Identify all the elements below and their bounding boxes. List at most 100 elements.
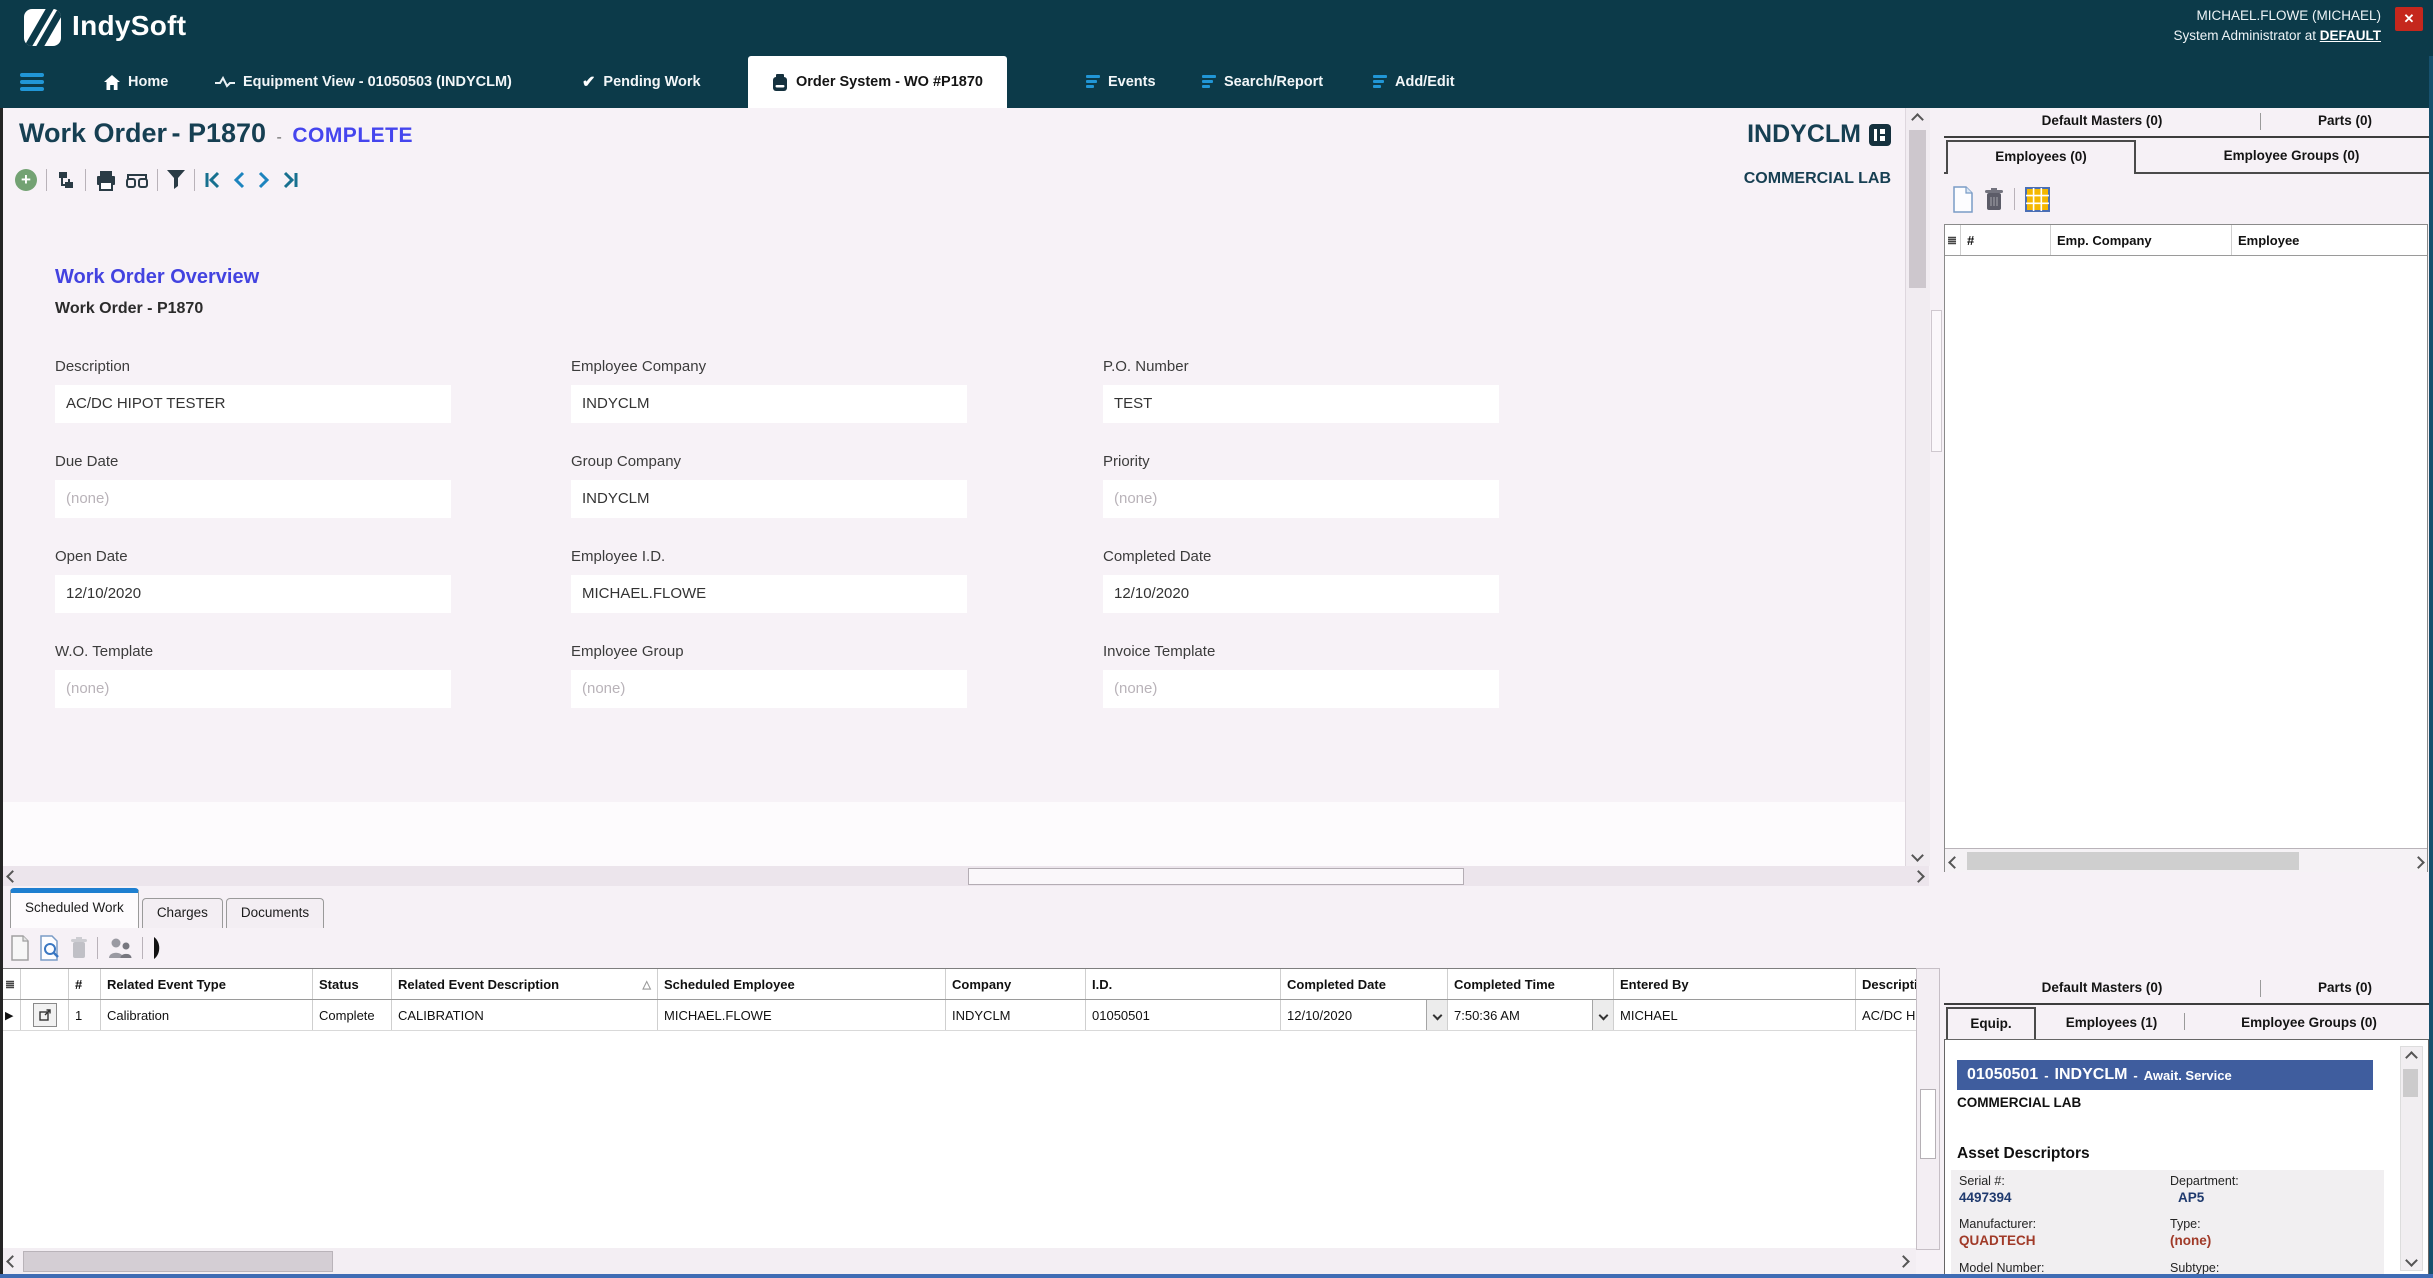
preview-glasses-button[interactable] xyxy=(126,171,148,189)
nav-search-report[interactable]: Search/Report xyxy=(1202,56,1323,108)
header-related-event-description[interactable]: Related Event Description △ xyxy=(392,969,658,999)
header-entered-by[interactable]: Entered By xyxy=(1614,969,1856,999)
header-completed-time[interactable]: Completed Time xyxy=(1448,969,1614,999)
tab-default-masters[interactable]: Default Masters (0) xyxy=(1944,975,2260,1001)
main-horizontal-scrollbar[interactable] xyxy=(3,866,1929,886)
employee-id-input[interactable]: MICHAEL.FLOWE xyxy=(571,575,967,613)
tab-parts[interactable]: Parts (0) xyxy=(2261,108,2429,134)
scroll-right-arrow[interactable] xyxy=(2409,853,2427,871)
scroll-up-arrow[interactable] xyxy=(2402,1048,2420,1066)
scheduled-table-vertical-scrollbar[interactable] xyxy=(1916,968,1940,1250)
main-vertical-scrollbar[interactable] xyxy=(1905,108,1930,866)
nav-events[interactable]: Events xyxy=(1086,56,1156,108)
row-menu-icon[interactable]: ≣ xyxy=(1947,234,1957,246)
tab-parts[interactable]: Parts (0) xyxy=(2261,975,2429,1001)
nav-order-system-active-tab[interactable]: Order System - WO #P1870 xyxy=(748,56,1007,108)
header-status[interactable]: Status xyxy=(313,969,392,999)
header-emp-company[interactable]: Emp. Company xyxy=(2051,225,2232,255)
new-item-icon[interactable] xyxy=(10,935,30,961)
group-company-input[interactable]: INDYCLM xyxy=(571,480,967,518)
open-record-button[interactable] xyxy=(33,1003,57,1027)
first-record-button[interactable] xyxy=(204,171,222,189)
header-completed-date[interactable]: Completed Date xyxy=(1281,969,1448,999)
header-id[interactable]: I.D. xyxy=(1086,969,1281,999)
field-completed-date: Completed Date 12/10/2020 xyxy=(1103,548,1523,643)
date-dropdown-button[interactable] xyxy=(1426,1000,1447,1030)
nav-add-edit[interactable]: Add/Edit xyxy=(1373,56,1455,108)
tab-equip[interactable]: Equip. xyxy=(1946,1007,2036,1041)
equipment-vertical-scrollbar[interactable] xyxy=(2400,1046,2423,1271)
header-scheduled-employee[interactable]: Scheduled Employee xyxy=(658,969,946,999)
po-number-input[interactable]: TEST xyxy=(1103,385,1499,423)
tab-employee-groups[interactable]: Employee Groups (0) xyxy=(2189,1007,2429,1041)
grid-view-icon[interactable] xyxy=(2025,187,2050,212)
new-record-icon[interactable] xyxy=(1952,186,1974,213)
header-employee[interactable]: Employee xyxy=(2232,225,2427,255)
expand-flag-icon[interactable] xyxy=(152,936,162,960)
previous-record-button[interactable] xyxy=(231,171,247,189)
open-date-input[interactable]: 12/10/2020 xyxy=(55,575,451,613)
workflow-button[interactable] xyxy=(56,170,76,190)
due-date-input[interactable]: (none) xyxy=(55,480,451,518)
time-dropdown-button[interactable] xyxy=(1592,1000,1613,1030)
next-record-button[interactable] xyxy=(256,171,272,189)
splitter-handle[interactable] xyxy=(1931,310,1942,452)
table-row[interactable]: ▶ 1 Calibration Complete CALIBRATION MIC… xyxy=(3,1000,1916,1031)
equipment-banner[interactable]: 01050501 - INDYCLM - Await. Service xyxy=(1957,1060,2373,1090)
scroll-down-arrow[interactable] xyxy=(2402,1251,2420,1269)
header-company[interactable]: Company xyxy=(946,969,1086,999)
nav-equipment-view[interactable]: Equipment View - 01050503 (INDYCLM) xyxy=(215,56,512,108)
equipment-scrollbar-thumb[interactable] xyxy=(2403,1069,2418,1097)
add-button[interactable]: + xyxy=(15,169,37,191)
main-horizontal-scrollbar-thumb[interactable] xyxy=(968,868,1464,885)
company-icon[interactable] xyxy=(1869,124,1891,146)
scroll-left-arrow[interactable] xyxy=(3,1252,21,1270)
work-order-company: INDYCLM xyxy=(1747,120,1891,149)
tab-employees[interactable]: Employees (0) xyxy=(1946,140,2136,174)
scroll-right-arrow[interactable] xyxy=(1894,1252,1912,1270)
tab-employee-groups[interactable]: Employee Groups (0) xyxy=(2154,140,2429,174)
header-num[interactable]: # xyxy=(69,969,101,999)
scroll-left-arrow[interactable] xyxy=(3,867,21,885)
completed-date-input[interactable]: 12/10/2020 xyxy=(1103,575,1499,613)
tab-documents[interactable]: Documents xyxy=(226,898,324,928)
employees-horizontal-scrollbar[interactable] xyxy=(1945,848,2427,872)
row-menu-icon[interactable]: ≣ xyxy=(5,978,15,990)
scroll-right-arrow[interactable] xyxy=(1909,867,1927,885)
filter-button[interactable] xyxy=(167,170,185,190)
default-site-link[interactable]: DEFAULT xyxy=(2320,28,2381,43)
scroll-up-arrow[interactable] xyxy=(1908,110,1926,128)
main-vertical-scrollbar-thumb[interactable] xyxy=(1909,130,1926,288)
bottom-horizontal-scrollbar-thumb[interactable] xyxy=(23,1251,333,1272)
nav-home[interactable]: Home xyxy=(104,56,168,108)
header-related-event-type[interactable]: Related Event Type xyxy=(101,969,313,999)
scroll-left-arrow[interactable] xyxy=(1945,853,1963,871)
employees-scrollbar-thumb[interactable] xyxy=(1967,852,2299,870)
tab-charges[interactable]: Charges xyxy=(142,898,223,928)
sort-ascending-icon[interactable]: △ xyxy=(643,978,651,991)
tab-scheduled-work[interactable]: Scheduled Work xyxy=(10,888,139,928)
print-button[interactable] xyxy=(95,170,117,191)
delete-record-icon[interactable] xyxy=(1984,187,2004,212)
hamburger-menu-icon[interactable] xyxy=(20,73,44,94)
last-record-button[interactable] xyxy=(281,171,299,189)
delete-item-icon[interactable] xyxy=(70,936,88,960)
description-input[interactable]: AC/DC HIPOT TESTER xyxy=(55,385,451,423)
tab-default-masters[interactable]: Default Masters (0) xyxy=(1944,108,2260,134)
priority-input[interactable]: (none) xyxy=(1103,480,1499,518)
header-num[interactable]: # xyxy=(1961,225,2051,255)
equipment-status: Await. Service xyxy=(2144,1068,2232,1083)
wo-template-input[interactable]: (none) xyxy=(55,670,451,708)
assign-employee-icon[interactable] xyxy=(107,937,133,960)
invoice-template-input[interactable]: (none) xyxy=(1103,670,1499,708)
scroll-down-arrow[interactable] xyxy=(1908,846,1926,864)
nav-pending-work[interactable]: ✔ Pending Work xyxy=(582,56,701,108)
scheduled-table-scrollbar-thumb[interactable] xyxy=(1920,1089,1936,1159)
employee-group-input[interactable]: (none) xyxy=(571,670,967,708)
close-button[interactable]: ✕ xyxy=(2395,7,2423,31)
header-description[interactable]: Description xyxy=(1856,969,1916,999)
bottom-horizontal-scrollbar[interactable] xyxy=(3,1248,1916,1274)
employee-company-input[interactable]: INDYCLM xyxy=(571,385,967,423)
view-details-icon[interactable] xyxy=(39,935,61,961)
tab-employees-1[interactable]: Employees (1) xyxy=(2044,1007,2179,1041)
